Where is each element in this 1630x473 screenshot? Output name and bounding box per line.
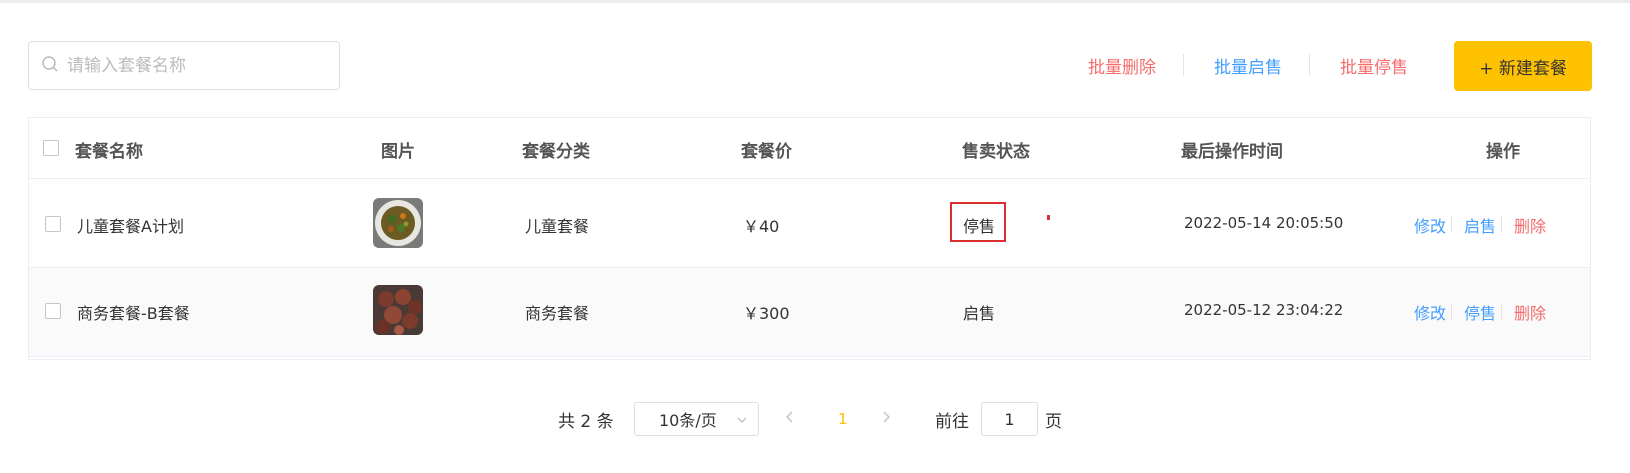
page-unit-label: 页 <box>1045 412 1062 432</box>
batch-stop-sale-button[interactable]: 批量停售 <box>1340 53 1408 78</box>
header-name: 套餐名称 <box>75 142 143 162</box>
on-sale-button[interactable]: 启售 <box>1464 213 1496 237</box>
page-size-value: 10条/页 <box>659 411 717 430</box>
combo-category: 商务套餐 <box>525 304 590 323</box>
toolbar-divider <box>1183 54 1184 76</box>
combo-status: 停售 <box>963 217 996 236</box>
goto-label: 前往 <box>935 412 969 432</box>
header-price: 套餐价 <box>741 142 792 162</box>
combo-updated: 2022-05-14 20:05:50 <box>1184 214 1344 232</box>
edit-button[interactable]: 修改 <box>1414 300 1446 324</box>
combo-updated: 2022-05-12 23:04:22 <box>1184 301 1344 319</box>
page-size-select[interactable]: 10条/页 <box>634 402 759 436</box>
new-combo-button[interactable]: + 新建套餐 <box>1454 41 1592 91</box>
header-updated: 最后操作时间 <box>1181 142 1283 162</box>
combo-name: 儿童套餐A计划 <box>77 217 184 236</box>
top-divider <box>0 0 1630 3</box>
page-number-current[interactable]: 1 <box>838 410 848 428</box>
action-divider <box>1451 216 1452 232</box>
header-image: 图片 <box>381 142 415 162</box>
table-row: 商务套餐-B套餐 商务套餐 ￥300 启售 2022-05-12 23:04:2… <box>29 268 1590 357</box>
action-divider <box>1451 303 1452 319</box>
action-divider <box>1501 216 1502 232</box>
search-icon <box>41 55 59 77</box>
delete-button[interactable]: 删除 <box>1514 213 1546 237</box>
combo-image <box>373 285 423 335</box>
delete-button[interactable]: 删除 <box>1514 300 1546 324</box>
row-checkbox[interactable] <box>45 303 61 319</box>
search-box[interactable] <box>28 41 340 90</box>
header-status: 售卖状态 <box>962 142 1030 162</box>
combo-price: ￥300 <box>743 304 790 323</box>
chevron-left-icon[interactable] <box>784 409 796 429</box>
total-count: 共 2 条 <box>558 412 614 432</box>
stop-sale-button[interactable]: 停售 <box>1464 300 1496 324</box>
search-input[interactable] <box>65 54 319 77</box>
select-all-checkbox[interactable] <box>43 140 59 156</box>
table-header: 套餐名称 图片 套餐分类 套餐价 售卖状态 最后操作时间 操作 <box>29 118 1590 179</box>
combo-price: ￥40 <box>743 217 780 236</box>
combo-table: 套餐名称 图片 套餐分类 套餐价 售卖状态 最后操作时间 操作 儿童套餐A计划 … <box>28 117 1591 360</box>
row-checkbox[interactable] <box>45 216 61 232</box>
toolbar-divider <box>1309 54 1310 76</box>
header-actions: 操作 <box>1486 142 1520 162</box>
combo-category: 儿童套餐 <box>525 217 590 236</box>
combo-name: 商务套餐-B套餐 <box>77 304 190 323</box>
batch-on-sale-button[interactable]: 批量启售 <box>1214 53 1282 78</box>
red-marker <box>1047 215 1050 220</box>
edit-button[interactable]: 修改 <box>1414 213 1446 237</box>
batch-delete-button[interactable]: 批量删除 <box>1088 53 1156 78</box>
combo-image <box>373 198 423 248</box>
combo-status: 启售 <box>963 304 996 323</box>
table-row: 儿童套餐A计划 儿童套餐 ￥40 停售 2022-05-14 20:05:50 … <box>29 179 1590 268</box>
goto-page-input[interactable] <box>981 402 1038 436</box>
action-divider <box>1501 303 1502 319</box>
chevron-right-icon[interactable] <box>880 409 892 429</box>
header-category: 套餐分类 <box>522 142 590 162</box>
